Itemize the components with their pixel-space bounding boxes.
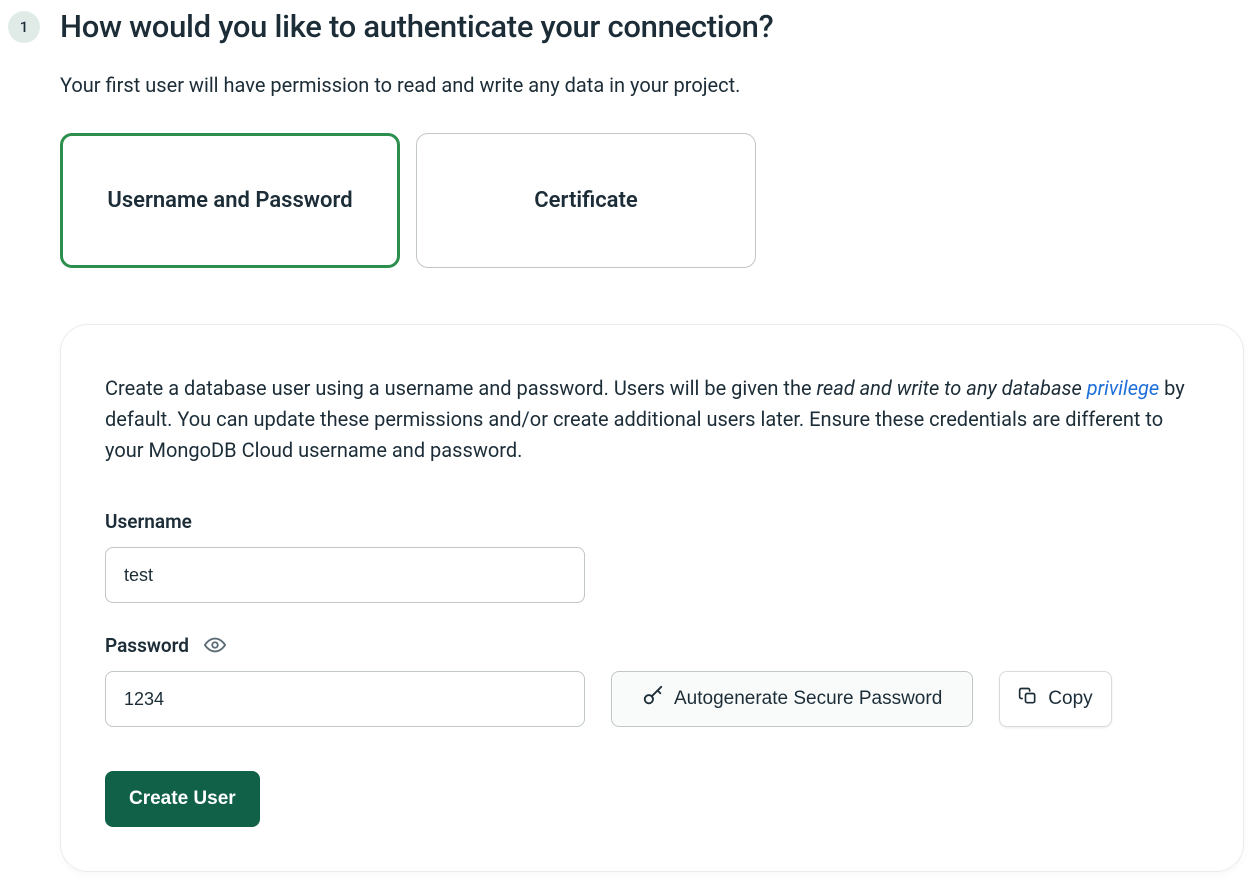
key-icon — [642, 685, 664, 713]
privilege-link[interactable]: privilege — [1087, 376, 1159, 400]
card-description: Create a database user using a username … — [105, 373, 1199, 466]
password-label: Password — [105, 634, 189, 657]
auth-option-username-password[interactable]: Username and Password — [60, 133, 400, 268]
copy-label: Copy — [1048, 688, 1092, 710]
auth-option-certificate[interactable]: Certificate — [416, 133, 756, 268]
username-label: Username — [105, 510, 1199, 533]
step-subtitle: Your first user will have permission to … — [60, 73, 1248, 97]
create-user-button[interactable]: Create User — [105, 771, 260, 827]
copy-button[interactable]: Copy — [999, 671, 1111, 727]
autogenerate-password-button[interactable]: Autogenerate Secure Password — [611, 671, 973, 727]
auth-options: Username and Password Certificate — [60, 133, 1248, 268]
create-user-card: Create a database user using a username … — [60, 324, 1244, 872]
step-number-badge: 1 — [8, 11, 40, 43]
username-input[interactable] — [105, 547, 585, 603]
card-description-prefix: Create a database user using a username … — [105, 376, 817, 400]
autogenerate-password-label: Autogenerate Secure Password — [674, 688, 942, 710]
card-description-italic: read and write to any database — [817, 376, 1087, 400]
eye-icon[interactable] — [203, 633, 227, 657]
step-title: How would you like to authenticate your … — [60, 8, 773, 45]
password-input[interactable] — [105, 671, 585, 727]
copy-icon — [1018, 686, 1038, 712]
